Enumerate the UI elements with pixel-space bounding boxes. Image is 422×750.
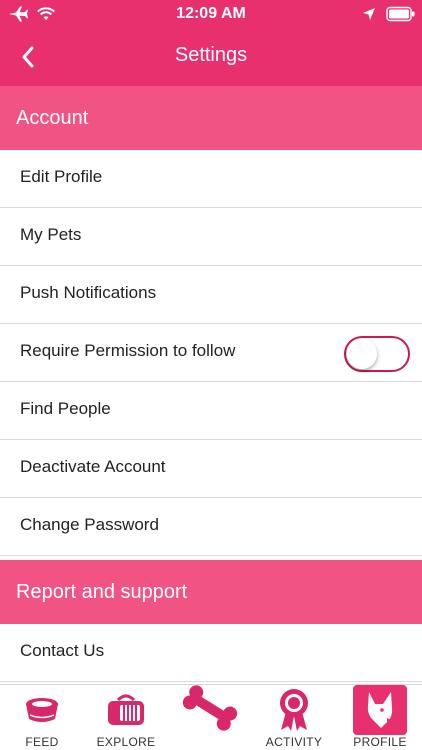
location-arrow-icon: [362, 7, 376, 26]
row-label: Edit Profile: [20, 167, 103, 186]
status-right-icons: [362, 6, 416, 27]
settings-row-push-notifications[interactable]: Push Notifications: [0, 266, 422, 324]
tab-activity[interactable]: ACTIVITY: [252, 685, 336, 750]
pet-bowl-icon: [22, 687, 62, 733]
row-label: Push Notifications: [20, 283, 157, 302]
settings-row-my-pets[interactable]: My Pets: [0, 208, 422, 266]
row-label: Find People: [20, 399, 111, 418]
toggle-knob: [347, 339, 377, 369]
section-header-account: Account: [0, 86, 422, 150]
settings-row-change-password[interactable]: Change Password: [0, 498, 422, 556]
row-label: Require Permission to follow: [20, 341, 236, 360]
status-bar: 12:09 AM: [0, 0, 422, 30]
row-label: Contact Us: [20, 641, 105, 660]
tab-profile-icon-wrapper: [353, 685, 407, 735]
tab-label: EXPLORE: [96, 735, 156, 749]
bone-icon: [177, 685, 243, 731]
pet-carrier-icon: [104, 687, 148, 733]
tab-bone[interactable]: [168, 685, 252, 750]
row-label: Change Password: [20, 515, 159, 534]
tab-label: ACTIVITY: [265, 735, 323, 749]
tab-label: FEED: [25, 735, 59, 749]
status-time: 12:09 AM: [176, 5, 246, 22]
settings-row-edit-profile[interactable]: Edit Profile: [0, 150, 422, 208]
battery-icon: [386, 6, 416, 27]
tab-profile[interactable]: PROFILE: [338, 685, 422, 750]
row-label: My Pets: [20, 225, 82, 244]
navigation-bar: Settings: [0, 30, 422, 86]
page-title: Settings: [174, 44, 248, 66]
settings-row-require-permission: Require Permission to follow: [0, 324, 422, 382]
settings-row-deactivate-account[interactable]: Deactivate Account: [0, 440, 422, 498]
settings-row-find-people[interactable]: Find People: [0, 382, 422, 440]
tab-feed[interactable]: FEED: [0, 685, 84, 750]
tab-explore[interactable]: EXPLORE: [84, 685, 168, 750]
section-header-support: Report and support: [0, 560, 422, 624]
award-ribbon-icon: [276, 687, 312, 733]
tab-label: PROFILE: [353, 735, 407, 749]
settings-row-contact-us[interactable]: Contact Us: [0, 624, 422, 682]
dog-head-icon: [353, 685, 407, 735]
row-label: Deactivate Account: [20, 457, 166, 476]
require-permission-toggle[interactable]: [344, 336, 410, 372]
tab-bar: FEED EXPLORE ACTIVITY PROFILE: [0, 684, 422, 750]
